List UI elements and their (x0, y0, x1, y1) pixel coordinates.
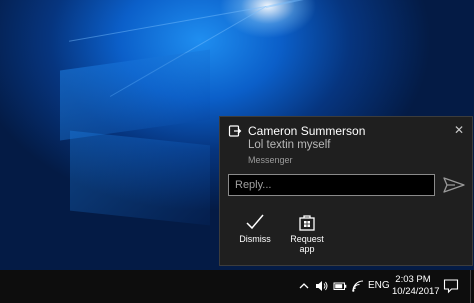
request-app-label-line1: Request (290, 234, 324, 244)
chevron-up-icon[interactable] (299, 279, 309, 293)
checkmark-icon (246, 214, 264, 230)
notification-body: Lol textin myself (248, 139, 331, 151)
clock-time: 2:03 PM (395, 274, 431, 285)
window-pane-shape (70, 130, 210, 226)
request-app-label: Request app (281, 234, 333, 254)
notification-app-name: Messenger (248, 155, 293, 165)
send-icon[interactable] (442, 175, 466, 195)
language-indicator[interactable]: ENG (368, 279, 390, 293)
dismiss-label: Dismiss (239, 234, 271, 244)
messenger-app-icon (228, 125, 242, 137)
close-icon[interactable]: ✕ (452, 123, 466, 137)
store-icon (299, 215, 315, 231)
wifi-icon[interactable] (351, 279, 364, 293)
light-ray (265, 0, 474, 8)
action-center-icon[interactable] (443, 278, 459, 294)
reply-input[interactable] (228, 174, 435, 196)
notification-title: Cameron Summerson (248, 124, 366, 138)
taskbar-clock[interactable]: 2:03 PM 10/24/2017 (392, 274, 440, 298)
request-app-button[interactable]: Request app (281, 213, 333, 257)
battery-icon[interactable] (333, 279, 347, 293)
volume-icon[interactable] (315, 279, 329, 293)
show-desktop-button[interactable] (470, 270, 474, 303)
taskbar: ENG 2:03 PM 10/24/2017 (0, 270, 474, 303)
dismiss-button[interactable]: Dismiss (229, 213, 281, 257)
window-pane-shape (60, 49, 210, 141)
request-app-label-line2: app (299, 244, 315, 254)
clock-date: 10/24/2017 (392, 286, 440, 297)
notification-toast: Cameron Summerson Lol textin myself Mess… (219, 116, 473, 266)
